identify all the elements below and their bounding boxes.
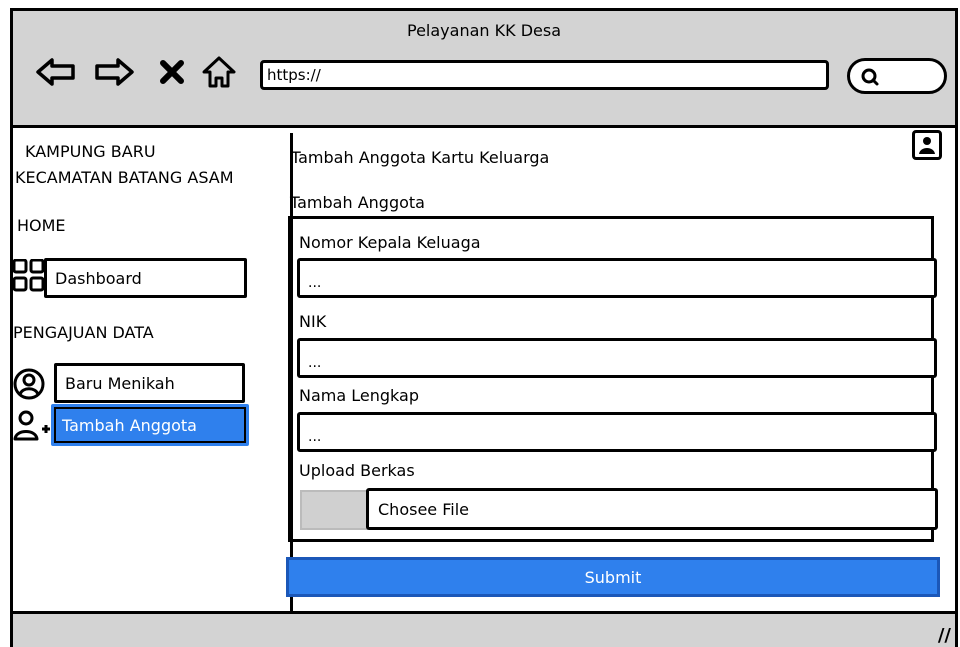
- home-heading[interactable]: HOME: [17, 216, 66, 235]
- sidebar-item-dashboard[interactable]: Dashboard: [44, 258, 247, 298]
- home-icon[interactable]: [199, 55, 239, 89]
- pengajuan-heading: PENGAJUAN DATA: [13, 323, 154, 342]
- url-input[interactable]: https://: [260, 60, 829, 90]
- form-section-label: Tambah Anggota: [290, 193, 425, 212]
- sidebar-item-tambah-anggota[interactable]: Tambah Anggota: [51, 404, 249, 446]
- sidebar: KAMPUNG BARU KECAMATAN BATANG ASAM HOME …: [13, 131, 291, 608]
- nomor-kk-input[interactable]: ...: [297, 258, 937, 298]
- field-label-nama: Nama Lengkap: [299, 386, 419, 405]
- field-label-nomor-kk: Nomor Kepala Keluaga: [299, 233, 481, 252]
- profile-button[interactable]: [912, 130, 942, 160]
- resize-handle-icon[interactable]: //: [938, 625, 951, 646]
- village-name: KAMPUNG BARU: [25, 142, 156, 161]
- file-preview-placeholder: [300, 490, 368, 530]
- nama-lengkap-input[interactable]: ...: [297, 412, 937, 452]
- close-icon[interactable]: [157, 55, 187, 89]
- district-name: KECAMATAN BATANG ASAM: [15, 168, 234, 187]
- add-user-icon: [13, 410, 50, 441]
- upload-label: Upload Berkas: [299, 461, 415, 480]
- page-title: Tambah Anggota Kartu Keluarga: [291, 148, 550, 167]
- sidebar-item-baru-menikah[interactable]: Baru Menikah: [54, 363, 245, 403]
- dashboard-grid-icon: [13, 259, 45, 292]
- forward-arrow-icon[interactable]: [93, 55, 135, 89]
- user-profile-icon: [919, 137, 935, 154]
- submit-button[interactable]: Submit: [286, 557, 940, 597]
- nik-input[interactable]: ...: [297, 338, 937, 378]
- back-arrow-icon[interactable]: [35, 55, 77, 89]
- search-box[interactable]: [847, 58, 947, 94]
- user-circle-icon: [13, 368, 45, 400]
- search-icon[interactable]: [860, 67, 880, 87]
- window-title: Pelayanan KK Desa: [407, 21, 561, 40]
- status-bar: //: [13, 611, 955, 647]
- choose-file-button[interactable]: Chosee File: [366, 488, 938, 530]
- browser-chrome: Pelayanan KK Desa https://: [13, 11, 955, 128]
- field-label-nik: NIK: [299, 312, 327, 331]
